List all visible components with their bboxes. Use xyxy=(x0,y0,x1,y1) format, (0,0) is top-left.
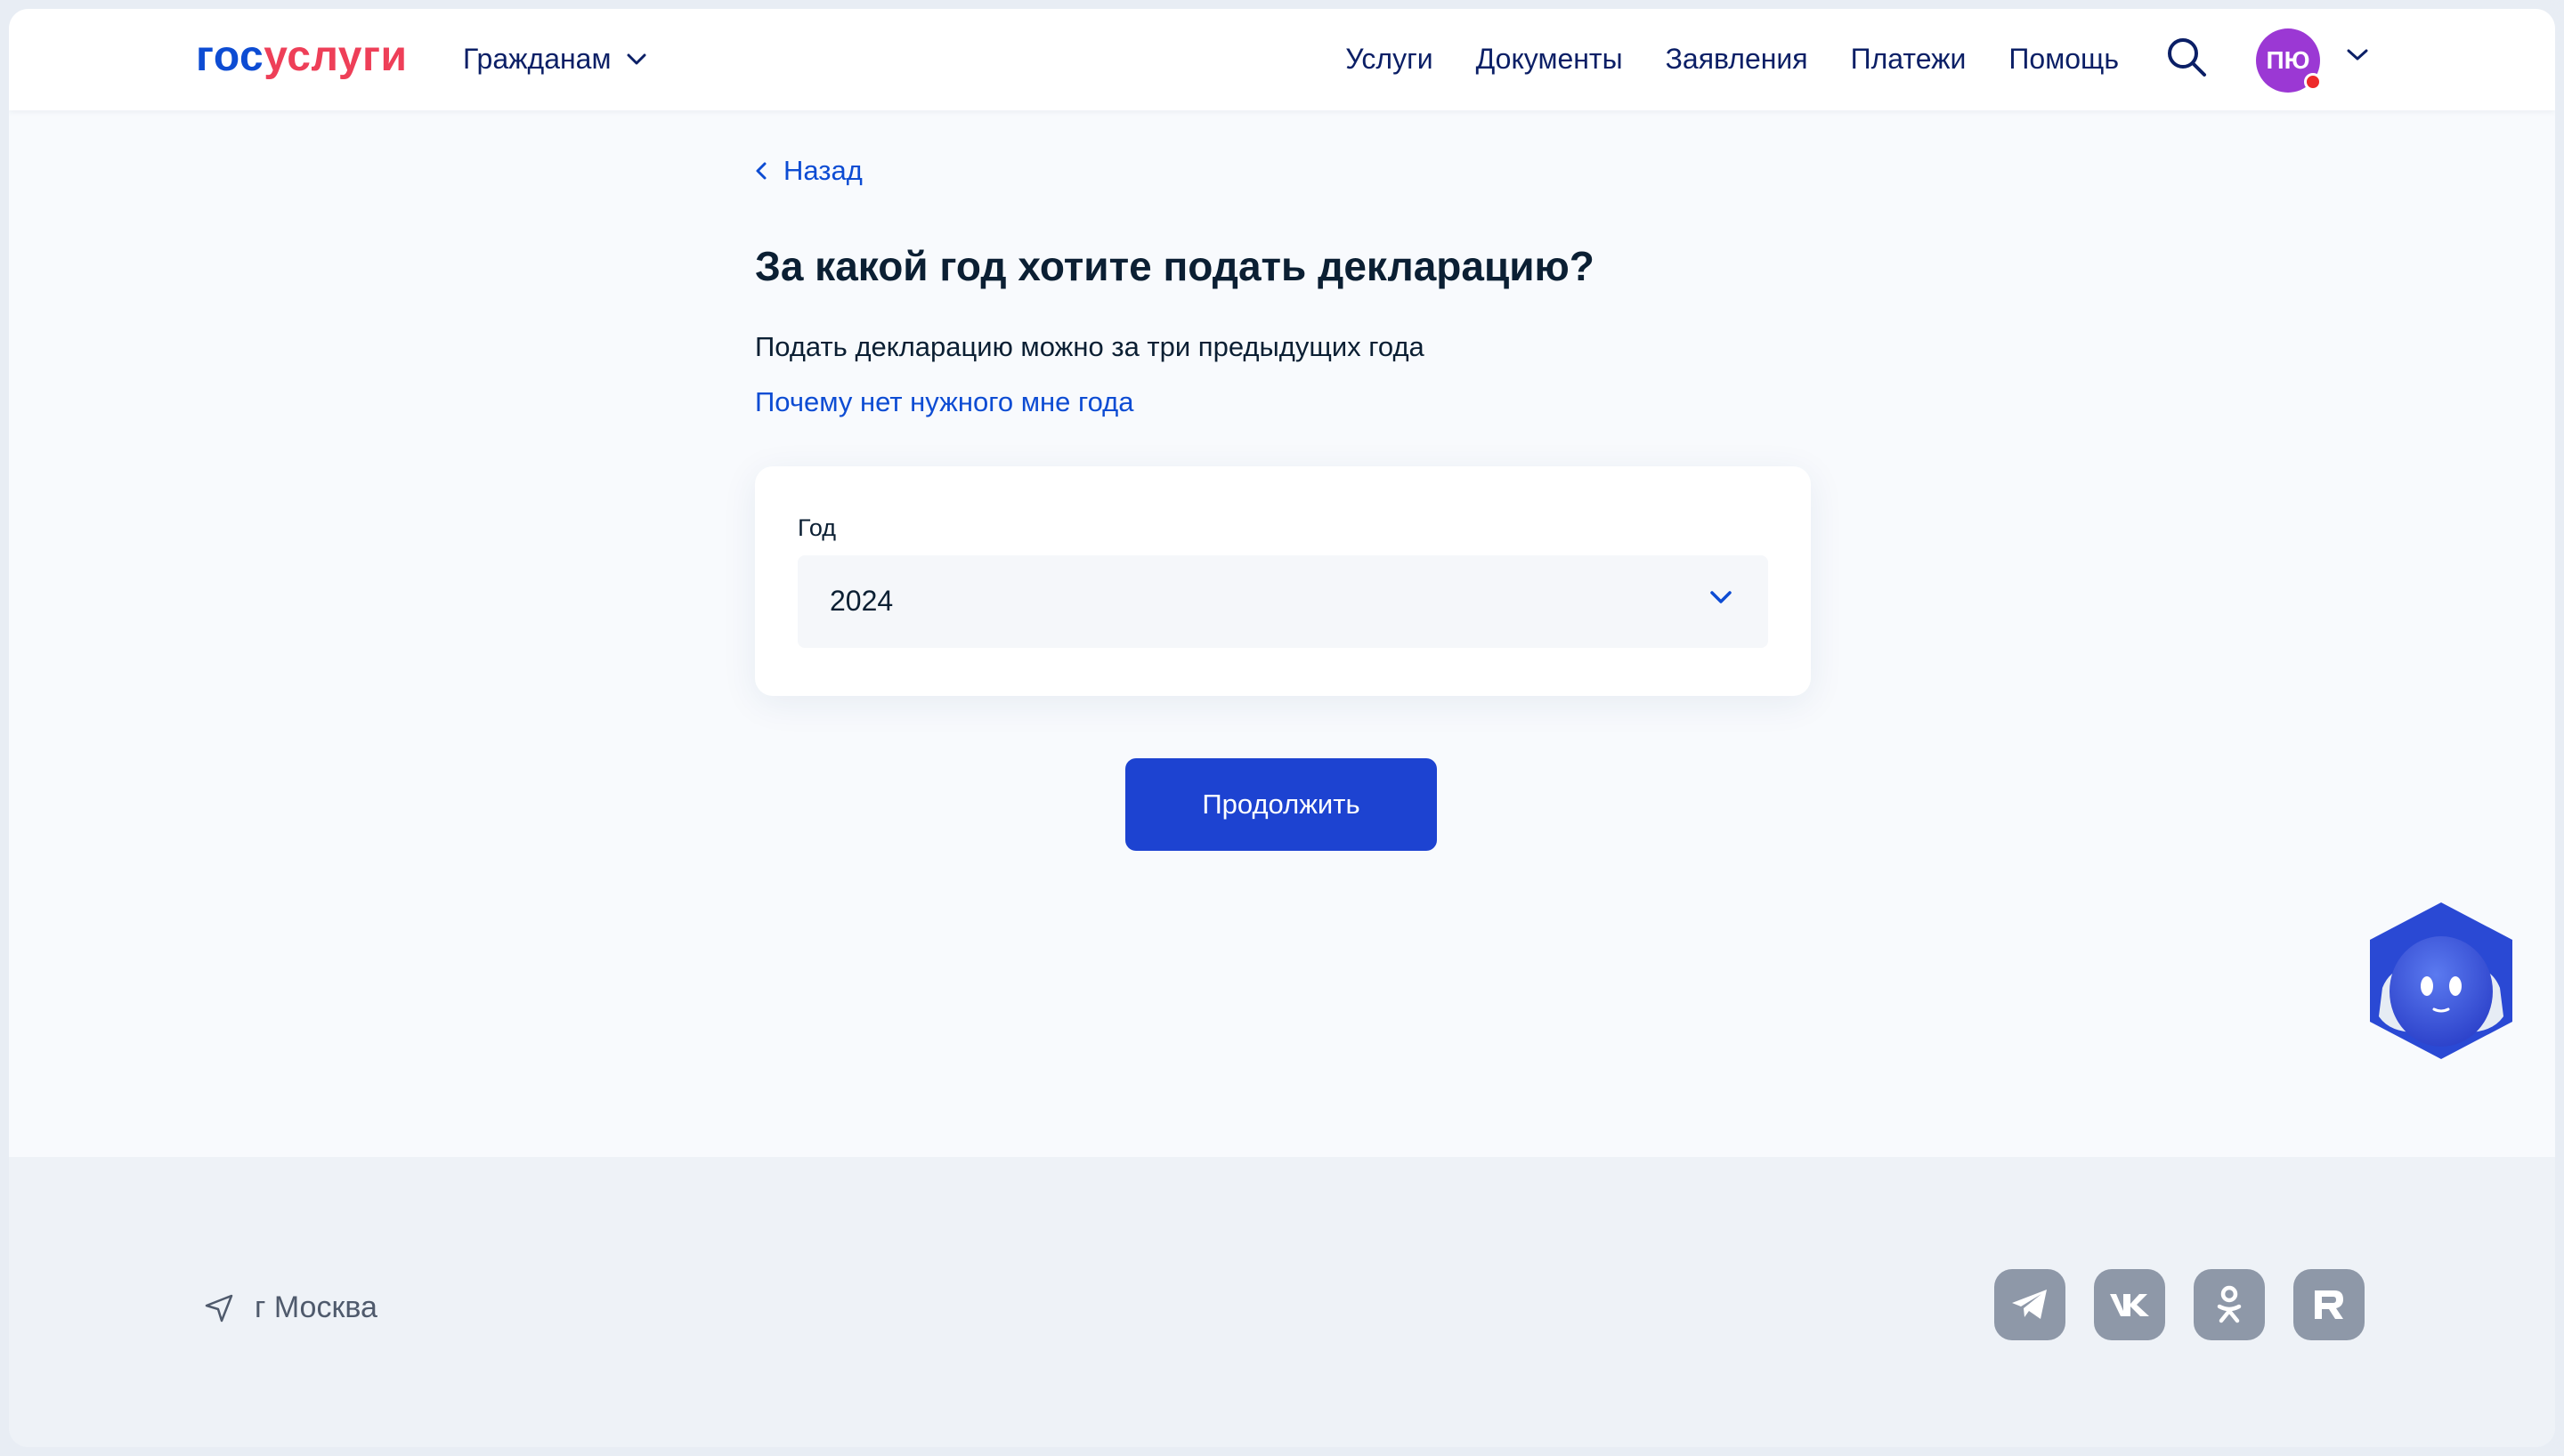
gosuslugi-logo[interactable]: госуслуги xyxy=(196,32,408,81)
ok-glyph-icon xyxy=(2217,1285,2242,1323)
robot-assistant-icon[interactable] xyxy=(2363,899,2519,1063)
location-selector[interactable]: г Москва xyxy=(203,1290,377,1325)
location-arrow-icon xyxy=(205,1294,233,1322)
back-label: Назад xyxy=(783,155,863,186)
logo-part-uslugi: услуги xyxy=(264,33,408,80)
year-select[interactable]: 2024 xyxy=(798,555,1768,648)
nav-item-payments[interactable]: Платежи xyxy=(1851,43,1967,76)
page-title: За какой год хотите подать декларацию? xyxy=(755,243,1594,289)
nav-item-services[interactable]: Услуги xyxy=(1345,43,1432,76)
rutube-icon[interactable] xyxy=(2293,1269,2365,1340)
citizens-label: Гражданам xyxy=(463,43,612,75)
site-footer: г Москва xyxy=(9,1157,2555,1447)
nav-item-help[interactable]: Помощь xyxy=(2008,43,2119,76)
back-link[interactable]: Назад xyxy=(755,155,863,187)
nav-item-applications[interactable]: Заявления xyxy=(1666,43,1808,76)
notification-dot xyxy=(2304,73,2322,91)
chevron-down-icon xyxy=(1710,591,1732,603)
vk-glyph-icon xyxy=(2110,1294,2149,1316)
main-nav: Услуги Документы Заявления Платежи Помощ… xyxy=(1345,43,2119,76)
avatar-initials: ПЮ xyxy=(2266,46,2310,74)
rutube-glyph-icon xyxy=(2315,1290,2343,1319)
nav-item-documents[interactable]: Документы xyxy=(1476,43,1623,76)
year-card: Год 2024 xyxy=(755,466,1811,696)
logo-part-gos: гос xyxy=(196,33,264,80)
avatar[interactable]: ПЮ xyxy=(2256,28,2322,93)
chevron-down-icon[interactable] xyxy=(2347,48,2368,62)
year-field-label: Год xyxy=(798,514,836,541)
location-label: г Москва xyxy=(255,1290,377,1324)
site-header: госуслуги Гражданам Услуги Документы Зая… xyxy=(9,9,2555,110)
social-links xyxy=(1994,1269,2365,1340)
page-subtitle: Подать декларацию можно за три предыдущи… xyxy=(755,331,1424,362)
continue-button[interactable]: Продолжить xyxy=(1125,758,1437,851)
why-no-year-link[interactable]: Почему нет нужного мне года xyxy=(755,386,1134,418)
year-select-value: 2024 xyxy=(830,585,894,617)
vk-icon[interactable] xyxy=(2094,1269,2165,1340)
telegram-glyph-icon xyxy=(2012,1290,2047,1319)
odnoklassniki-icon[interactable] xyxy=(2194,1269,2265,1340)
telegram-icon[interactable] xyxy=(1994,1269,2065,1340)
chevron-left-icon xyxy=(756,162,767,180)
citizens-menu[interactable]: Гражданам xyxy=(463,43,646,76)
browser-window: госуслуги Гражданам Услуги Документы Зая… xyxy=(9,9,2555,1447)
chevron-down-icon xyxy=(627,53,646,64)
search-icon[interactable] xyxy=(2163,34,2210,80)
